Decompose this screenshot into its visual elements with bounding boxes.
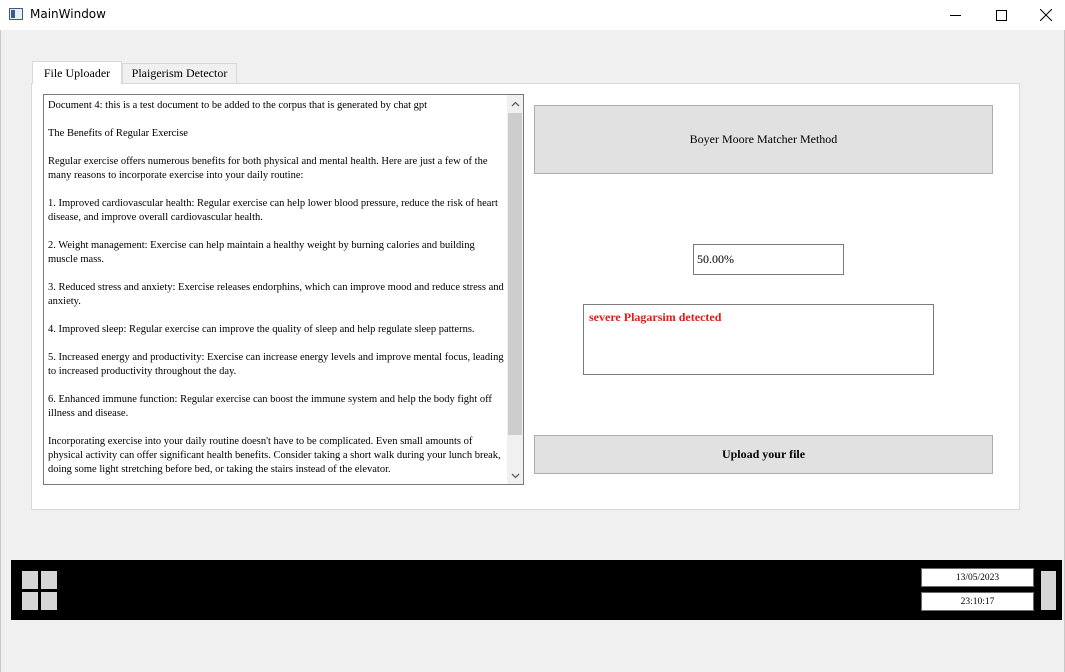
scroll-down-button[interactable] [507,467,523,484]
title-bar[interactable]: MainWindow [0,0,1065,30]
tab-file-uploader[interactable]: File Uploader [32,61,122,84]
close-button[interactable] [1023,0,1065,30]
boyer-moore-method-button[interactable]: Boyer Moore Matcher Method [534,105,993,174]
plagiarism-result-text: severe Plagarsim detected [589,310,722,324]
scrollbar-thumb[interactable] [508,113,522,435]
taskbar-date: 13/05/2023 [921,568,1034,587]
upload-file-button[interactable]: Upload your file [534,435,993,474]
document-text: Document 4: this is a test document to b… [48,100,504,475]
window-edge-left [0,30,1,672]
windows-logo-icon[interactable] [22,571,57,610]
chevron-up-icon [511,101,519,106]
chevron-down-icon [511,473,519,478]
document-text-area[interactable]: Document 4: this is a test document to b… [43,94,524,485]
show-desktop-button[interactable] [1041,571,1056,610]
result-message-box[interactable]: severe Plagarsim detected [583,304,934,375]
scroll-up-button[interactable] [507,95,523,112]
app-window-icon [9,8,23,20]
window-title: MainWindow [30,7,106,21]
close-icon [1040,9,1052,21]
similarity-percentage-field[interactable]: 50.00% [693,244,844,275]
taskbar-time: 23:10:17 [921,592,1034,611]
maximize-icon [995,9,1007,21]
minimize-icon [949,14,961,16]
maximize-button[interactable] [978,0,1024,30]
taskbar [11,560,1062,620]
minimize-button[interactable] [932,0,978,30]
tab-plaigerism-detector[interactable]: Plaigerism Detector [122,63,237,83]
